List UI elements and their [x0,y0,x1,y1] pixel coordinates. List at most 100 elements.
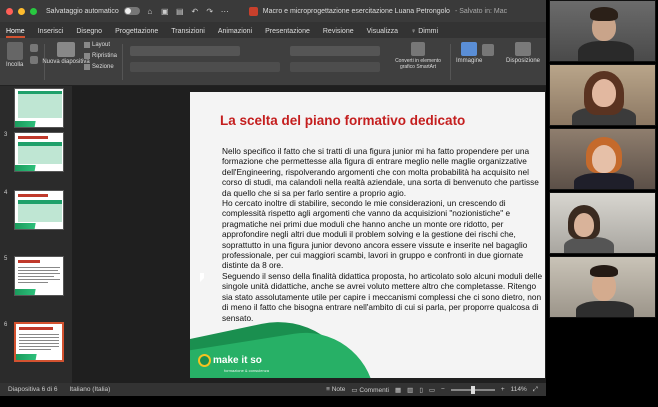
convert-smartart-button[interactable]: Converti in elemento grafico SmartArt [392,42,444,70]
tab-progettazione[interactable]: Progettazione [115,28,158,38]
tab-inserisci[interactable]: Inserisci [38,28,64,38]
video-tile-participant[interactable] [549,64,656,126]
thumbnails-pane: 3 4 5 6 [0,86,72,383]
zoom-slider[interactable] [450,385,495,394]
picture-icon [461,42,478,56]
reset-label: Ripristina [92,53,118,59]
more-icon[interactable]: ⋯ [220,7,230,16]
thumbnail-text-line [18,279,60,280]
new-slide-button[interactable]: Nuova diapositiva [42,42,90,66]
participant-face [592,145,616,173]
picture-button[interactable]: Immagine [456,42,482,65]
normal-view-icon[interactable]: ▦ [395,386,401,394]
comments-label: Commenti [359,386,389,394]
slide-thumbnail-selected[interactable] [14,322,64,362]
layout-icon [84,42,90,48]
screen-bottom-edge [0,396,658,407]
slide-thumbnail[interactable] [14,256,64,296]
tab-revisione[interactable]: Revisione [323,28,354,38]
slide-thumbnail[interactable] [14,132,64,172]
powerpoint-doc-icon [248,6,258,16]
tab-visualizza[interactable]: Visualizza [367,28,398,38]
section-label: Sezione [92,64,114,70]
brand-logo: make it so formazione & consulenza [198,354,269,373]
tab-presentazione[interactable]: Presentazione [265,28,310,38]
smartart-icon [411,42,425,56]
thumbnail-text-line [19,334,59,335]
slide-number: 6 [4,322,8,328]
slide-thumbnail[interactable] [14,190,64,230]
comments-button[interactable]: ▭ Commenti [351,386,389,394]
tab-dimmi-label: Dimmi [418,28,439,35]
home-icon[interactable]: ⌂ [145,7,155,16]
save-icon[interactable]: ▣ [160,7,170,16]
slide-title[interactable]: La scelta del piano formativo dedicato [220,113,465,128]
participant-face [592,79,616,107]
tab-dimmi[interactable]: ♀ Dimmi [411,28,438,38]
slide-body-text[interactable]: Nello specifico il fatto che si tratti d… [222,146,544,323]
zoom-window-button[interactable] [30,7,37,15]
participant-body [574,173,634,189]
redo-icon[interactable]: ↷ [205,7,215,16]
slide-number: 4 [4,190,8,196]
tab-disegno[interactable]: Disegno [76,28,102,38]
alignment-buttons[interactable] [290,62,380,72]
slide-number: 3 [4,132,8,138]
ribbon: Incolla Nuova diapositiva Layout Riprist… [0,38,546,86]
video-tile-participant[interactable] [549,256,656,318]
slide-thumbnail[interactable] [14,88,64,128]
slide-counter: Diapositiva 6 di 6 [8,386,58,393]
copy-icon[interactable] [30,56,38,64]
thumbnail-text-line [19,337,59,338]
video-tile-participant[interactable] [549,0,656,62]
autosave-toggle[interactable] [123,7,140,15]
thumbnail-title [18,260,40,263]
reading-view-icon[interactable]: ▯ [419,386,423,394]
tab-animazioni[interactable]: Animazioni [218,28,252,38]
video-tile-participant[interactable] [549,128,656,190]
participant-hair [590,7,618,21]
zoom-out-icon[interactable]: − [441,386,445,393]
zoom-slider-handle[interactable] [470,385,475,394]
font-format-buttons[interactable] [130,62,280,72]
notes-label: Note [331,386,346,393]
reset-button[interactable]: Ripristina [84,53,117,59]
layout-button[interactable]: Layout [84,42,110,48]
slide-number: 5 [4,256,8,262]
cut-icon[interactable] [30,44,38,52]
video-tile-participant[interactable] [549,192,656,254]
title-bar: Salvataggio automatico ⌂ ▣ ▤ ↶ ↷ ⋯ Macro… [0,0,546,22]
print-icon[interactable]: ▤ [175,7,185,16]
undo-icon[interactable]: ↶ [190,7,200,16]
section-button[interactable]: Sezione [84,64,114,70]
close-window-button[interactable] [6,7,13,15]
thumbnail-wave [16,354,62,360]
tab-transizioni[interactable]: Transizioni [171,28,205,38]
thumbnail-wave [15,223,63,229]
thumbnail-title [18,194,48,197]
thumbnail-wave [15,289,63,295]
slide-sorter-icon[interactable]: ▥ [407,386,413,394]
slide-editing-area: La scelta del piano formativo dedicato N… [72,86,546,383]
minimize-window-button[interactable] [18,7,25,15]
ribbon-tabs: Home Inserisci Disegno Progettazione Tra… [0,22,546,38]
zoom-in-icon[interactable]: + [501,386,505,393]
zoom-level[interactable]: 114% [511,386,527,393]
paragraph-buttons[interactable] [290,46,380,56]
thumbnail-text-line [18,282,48,283]
arrange-button[interactable]: Disposizione [506,42,540,65]
font-family-select[interactable] [130,46,240,56]
tab-home[interactable]: Home [6,28,25,38]
thumbnail-text-line [18,276,54,277]
notes-button[interactable]: ≡ Note [326,386,345,393]
fit-slide-icon[interactable]: ⤢ [533,386,538,394]
arrange-label: Disposizione [506,58,541,64]
shapes-icon[interactable] [482,44,494,56]
paste-button[interactable]: Incolla [6,42,23,69]
thumbnail-text-line [19,340,59,341]
clipboard-icon [6,42,23,60]
slideshow-icon[interactable]: ▭ [429,386,435,394]
language-indicator[interactable]: Italiano (Italia) [70,386,111,393]
arrange-icon [515,42,532,56]
current-slide[interactable]: La scelta del piano formativo dedicato N… [190,92,545,378]
